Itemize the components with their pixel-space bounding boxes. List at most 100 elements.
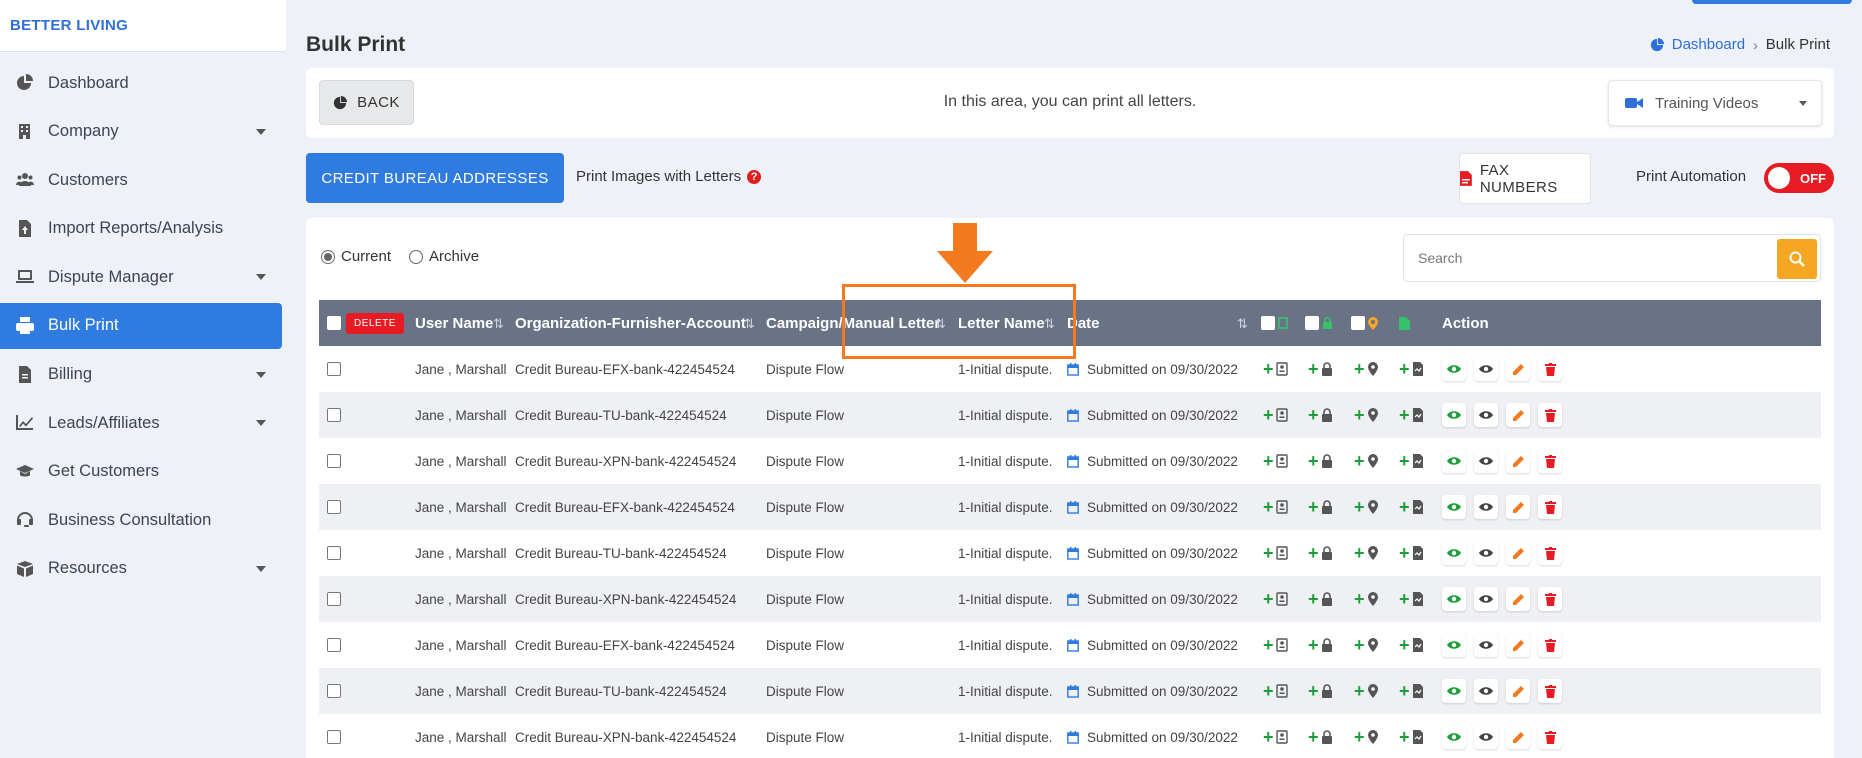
edit-button[interactable]: [1506, 357, 1530, 381]
add-document-button[interactable]: +: [1399, 484, 1424, 530]
row-checkbox[interactable]: [327, 730, 341, 744]
column-checkbox[interactable]: [1305, 316, 1319, 330]
sort-icon[interactable]: ⇅: [493, 316, 504, 332]
preview-button[interactable]: [1474, 587, 1498, 611]
add-address-button[interactable]: +: [1354, 392, 1379, 438]
delete-row-button[interactable]: [1538, 541, 1562, 565]
add-lock-button[interactable]: +: [1308, 714, 1333, 758]
add-id-button[interactable]: +: [1263, 392, 1288, 438]
view-button[interactable]: [1442, 357, 1466, 381]
radio-archive[interactable]: Archive: [409, 248, 479, 265]
row-checkbox[interactable]: [327, 362, 341, 376]
add-address-button[interactable]: +: [1354, 484, 1379, 530]
sidebar-item-business-consultation[interactable]: Business Consultation: [0, 497, 282, 543]
add-id-button[interactable]: +: [1263, 622, 1288, 668]
row-checkbox[interactable]: [327, 454, 341, 468]
add-id-button[interactable]: +: [1263, 484, 1288, 530]
add-document-button[interactable]: +: [1399, 392, 1424, 438]
search-button[interactable]: [1777, 239, 1817, 279]
sidebar-item-import-reports-analysis[interactable]: Import Reports/Analysis: [0, 206, 282, 252]
edit-button[interactable]: [1506, 495, 1530, 519]
print-images-option[interactable]: Print Images with Letters ?: [576, 168, 762, 185]
sidebar-item-leads-affiliates[interactable]: Leads/Affiliates: [0, 400, 282, 446]
add-lock-button[interactable]: +: [1308, 576, 1333, 622]
view-button[interactable]: [1442, 449, 1466, 473]
add-lock-button[interactable]: +: [1308, 668, 1333, 714]
add-address-button[interactable]: +: [1354, 530, 1379, 576]
sort-icon[interactable]: ⇅: [744, 316, 755, 332]
add-document-button[interactable]: +: [1399, 438, 1424, 484]
add-id-button[interactable]: +: [1263, 576, 1288, 622]
add-address-button[interactable]: +: [1354, 346, 1379, 392]
delete-row-button[interactable]: [1538, 403, 1562, 427]
sidebar-item-dispute-manager[interactable]: Dispute Manager: [0, 254, 282, 300]
radio-current[interactable]: Current: [321, 248, 391, 265]
row-checkbox[interactable]: [327, 546, 341, 560]
credit-bureau-addresses-button[interactable]: CREDIT BUREAU ADDRESSES: [306, 153, 564, 203]
view-button[interactable]: [1442, 541, 1466, 565]
edit-button[interactable]: [1506, 633, 1530, 657]
add-id-button[interactable]: +: [1263, 346, 1288, 392]
add-id-button[interactable]: +: [1263, 530, 1288, 576]
search-input[interactable]: [1404, 235, 1704, 281]
add-lock-button[interactable]: +: [1308, 484, 1333, 530]
row-checkbox[interactable]: [327, 638, 341, 652]
help-icon[interactable]: ?: [747, 169, 762, 184]
fax-numbers-button[interactable]: FAX NUMBERS: [1459, 153, 1591, 204]
breadcrumb-home[interactable]: Dashboard: [1650, 36, 1745, 53]
view-button[interactable]: [1442, 403, 1466, 427]
top-right-button[interactable]: [1692, 0, 1852, 4]
add-address-button[interactable]: +: [1354, 714, 1379, 758]
sidebar-item-company[interactable]: Company: [0, 109, 282, 155]
view-button[interactable]: [1442, 587, 1466, 611]
add-lock-button[interactable]: +: [1308, 346, 1333, 392]
header-user-name[interactable]: User Name: [415, 300, 493, 346]
row-checkbox[interactable]: [327, 684, 341, 698]
row-checkbox[interactable]: [327, 500, 341, 514]
preview-button[interactable]: [1474, 541, 1498, 565]
sidebar-item-resources[interactable]: Resources: [0, 546, 282, 592]
select-all-checkbox[interactable]: [327, 316, 341, 330]
delete-row-button[interactable]: [1538, 495, 1562, 519]
edit-button[interactable]: [1506, 679, 1530, 703]
sidebar-item-get-customers[interactable]: Get Customers: [0, 449, 282, 495]
print-automation-toggle[interactable]: OFF: [1764, 163, 1834, 193]
preview-button[interactable]: [1474, 725, 1498, 749]
view-button[interactable]: [1442, 495, 1466, 519]
add-document-button[interactable]: +: [1399, 530, 1424, 576]
sidebar-item-dashboard[interactable]: Dashboard: [0, 60, 282, 106]
edit-button[interactable]: [1506, 449, 1530, 473]
row-checkbox[interactable]: [327, 592, 341, 606]
training-videos-dropdown[interactable]: Training Videos: [1608, 80, 1822, 126]
preview-button[interactable]: [1474, 403, 1498, 427]
radio-button-checked[interactable]: [321, 249, 335, 264]
edit-button[interactable]: [1506, 541, 1530, 565]
preview-button[interactable]: [1474, 495, 1498, 519]
column-checkbox[interactable]: [1261, 316, 1275, 330]
add-document-button[interactable]: +: [1399, 622, 1424, 668]
edit-button[interactable]: [1506, 725, 1530, 749]
delete-row-button[interactable]: [1538, 449, 1562, 473]
add-lock-button[interactable]: +: [1308, 622, 1333, 668]
brand-logo[interactable]: BETTER LIVING: [0, 0, 286, 52]
preview-button[interactable]: [1474, 633, 1498, 657]
delete-row-button[interactable]: [1538, 725, 1562, 749]
add-address-button[interactable]: +: [1354, 576, 1379, 622]
delete-row-button[interactable]: [1538, 587, 1562, 611]
add-id-button[interactable]: +: [1263, 668, 1288, 714]
add-id-button[interactable]: +: [1263, 438, 1288, 484]
add-document-button[interactable]: +: [1399, 668, 1424, 714]
delete-row-button[interactable]: [1538, 679, 1562, 703]
preview-button[interactable]: [1474, 449, 1498, 473]
sort-icon[interactable]: ⇅: [1237, 316, 1248, 332]
add-document-button[interactable]: +: [1399, 576, 1424, 622]
add-id-button[interactable]: +: [1263, 714, 1288, 758]
add-document-button[interactable]: +: [1399, 346, 1424, 392]
delete-row-button[interactable]: [1538, 357, 1562, 381]
delete-row-button[interactable]: [1538, 633, 1562, 657]
sidebar-item-customers[interactable]: Customers: [0, 157, 282, 203]
preview-button[interactable]: [1474, 679, 1498, 703]
column-checkbox[interactable]: [1351, 316, 1365, 330]
add-lock-button[interactable]: +: [1308, 392, 1333, 438]
edit-button[interactable]: [1506, 587, 1530, 611]
